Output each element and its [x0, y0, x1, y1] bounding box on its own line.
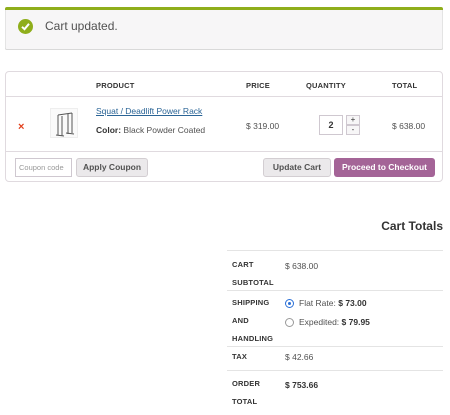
header-price: PRICE	[246, 81, 270, 90]
order-total-label: ORDER TOTAL	[232, 379, 261, 406]
header-product: PRODUCT	[96, 81, 135, 90]
proceed-to-checkout-button[interactable]: Proceed to Checkout	[334, 158, 435, 177]
header-quantity: QUANTITY	[306, 81, 346, 90]
row-divider	[6, 96, 442, 97]
product-thumbnail[interactable]	[50, 108, 78, 138]
cart-updated-notice: Cart updated.	[5, 7, 443, 50]
checkmark-icon	[18, 19, 33, 34]
totals-divider	[227, 370, 443, 371]
cart-table: PRODUCT PRICE QUANTITY TOTAL × Squat / D…	[5, 71, 443, 182]
cart-totals-title: Cart Totals	[381, 219, 443, 233]
totals-divider	[227, 290, 443, 291]
quantity-input[interactable]: 2	[319, 115, 343, 135]
product-name-link[interactable]: Squat / Deadlift Power Rack	[96, 106, 202, 116]
row-divider	[6, 151, 442, 152]
flat-rate-label[interactable]: Flat Rate: $ 73.00	[299, 298, 367, 308]
expedited-label[interactable]: Expedited: $ 79.95	[299, 317, 370, 327]
notice-message: Cart updated.	[45, 19, 118, 33]
product-price: $ 319.00	[246, 121, 280, 131]
subtotal-label: CART SUBTOTAL	[232, 260, 274, 287]
apply-coupon-button[interactable]: Apply Coupon	[76, 158, 148, 177]
totals-divider	[227, 346, 443, 347]
variation-value: Black Powder Coated	[123, 125, 206, 135]
variation-label: Color:	[96, 125, 122, 135]
remove-item-icon[interactable]: ×	[18, 121, 24, 133]
quantity-increase-button[interactable]: +	[346, 115, 360, 125]
shipping-label: SHIPPING AND HANDLING	[232, 298, 274, 343]
header-total: TOTAL	[392, 81, 418, 90]
tax-value: $ 42.66	[285, 352, 314, 362]
product-variation: Color: Black Powder Coated	[96, 125, 205, 135]
product-total: $ 638.00	[392, 121, 426, 131]
subtotal-value: $ 638.00	[285, 261, 319, 271]
quantity-decrease-button[interactable]: -	[346, 125, 360, 135]
order-total-value: $ 753.66	[285, 380, 319, 390]
coupon-code-input[interactable]: Coupon code	[15, 158, 72, 177]
totals-divider	[227, 250, 443, 251]
tax-label: TAX	[232, 352, 248, 361]
expedited-radio[interactable]	[285, 318, 294, 327]
flat-rate-radio[interactable]	[285, 299, 294, 308]
update-cart-button[interactable]: Update Cart	[263, 158, 331, 177]
